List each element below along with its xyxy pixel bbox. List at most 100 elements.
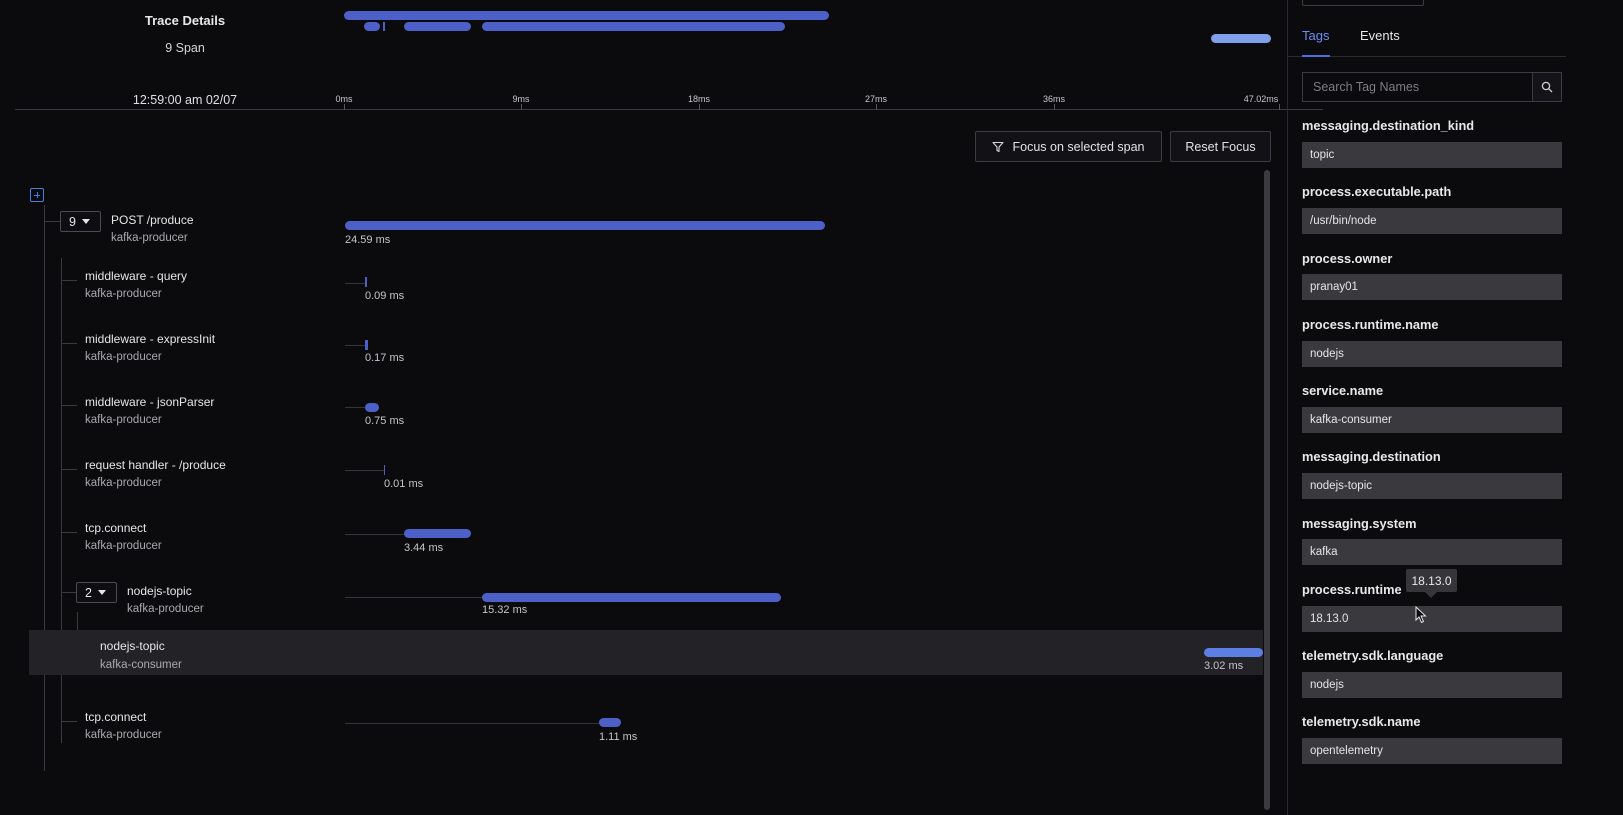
tag-search-input[interactable] bbox=[1302, 72, 1533, 102]
tag-value: kafka-consumer bbox=[1302, 407, 1562, 433]
tag-key: telemetry.sdk.name bbox=[1302, 714, 1421, 729]
axis-tick bbox=[521, 104, 522, 110]
child-count: 2 bbox=[85, 585, 92, 600]
tag-key: process.owner bbox=[1302, 251, 1393, 266]
minimap-bar-consumer bbox=[1211, 34, 1271, 43]
tag-key: messaging.destination_kind bbox=[1302, 118, 1475, 133]
span-service: kafka-producer bbox=[85, 288, 162, 300]
tag-key: messaging.system bbox=[1302, 516, 1417, 531]
span-name: tcp.connect bbox=[85, 710, 147, 724]
tag-value: nodejs bbox=[1302, 341, 1562, 367]
span-duration: 15.32 ms bbox=[482, 604, 528, 616]
span-service: kafka-producer bbox=[85, 414, 162, 426]
span-name: nodejs-topic bbox=[100, 639, 165, 653]
child-count: 9 bbox=[69, 214, 76, 229]
tree-connector bbox=[61, 343, 77, 344]
minimap-tick-handler bbox=[383, 22, 385, 31]
span-bar bbox=[365, 403, 379, 412]
axis-tick-label: 18ms bbox=[687, 94, 711, 104]
timeline-scrollbar[interactable] bbox=[1264, 170, 1270, 810]
trace-title: Trace Details bbox=[144, 13, 226, 28]
span-service: kafka-producer bbox=[85, 729, 162, 741]
tag-key: messaging.destination bbox=[1302, 449, 1441, 464]
tag-value: opentelemetry bbox=[1302, 738, 1562, 764]
tag-value: /usr/bin/node bbox=[1302, 208, 1562, 234]
tag-value: pranay01 bbox=[1302, 274, 1562, 300]
span-service: kafka-producer bbox=[85, 477, 162, 489]
span-name: middleware - jsonParser bbox=[85, 395, 215, 409]
panel-top-control[interactable] bbox=[1302, 0, 1424, 6]
trace-timestamp: 12:59:00 am 02/07 bbox=[132, 93, 238, 107]
span-service: kafka-producer bbox=[85, 540, 162, 552]
span-service: kafka-producer bbox=[127, 603, 204, 615]
tag-key: process.runtime.name bbox=[1302, 317, 1439, 332]
span-offset-line bbox=[345, 345, 365, 346]
span-bar bbox=[345, 221, 825, 230]
axis-tick-label: 47.02ms bbox=[1243, 94, 1279, 104]
timeline-axis bbox=[15, 109, 1323, 110]
tag-value: 18.13.0 bbox=[1302, 606, 1562, 632]
focus-selected-span-button[interactable]: Focus on selected span bbox=[975, 131, 1162, 162]
reset-focus-button[interactable]: Reset Focus bbox=[1170, 131, 1271, 162]
minimap-bar-tcp bbox=[404, 22, 471, 31]
span-offset-line bbox=[345, 470, 384, 471]
collapse-toggle[interactable]: 9 bbox=[60, 211, 101, 232]
expand-all-icon[interactable] bbox=[30, 188, 44, 202]
span-duration: 0.75 ms bbox=[365, 415, 405, 427]
span-name: nodejs-topic bbox=[127, 584, 192, 598]
span-offset-line bbox=[345, 723, 600, 724]
tag-key: telemetry.sdk.language bbox=[1302, 648, 1444, 663]
tag-value: nodejs bbox=[1302, 672, 1562, 698]
caret-down-icon bbox=[97, 590, 106, 595]
tab-events[interactable]: Events bbox=[1360, 28, 1400, 43]
axis-tick bbox=[344, 104, 345, 110]
tree-connector bbox=[44, 205, 45, 771]
span-duration: 3.44 ms bbox=[404, 542, 444, 554]
axis-tick bbox=[1054, 104, 1055, 110]
tag-key: process.runtime bbox=[1302, 582, 1402, 597]
tree-connector bbox=[61, 469, 77, 470]
filter-icon bbox=[992, 141, 1005, 152]
search-icon bbox=[1541, 81, 1553, 93]
tab-tags[interactable]: Tags bbox=[1302, 28, 1329, 43]
span-duration: 1.11 ms bbox=[599, 731, 638, 743]
span-service: kafka-producer bbox=[85, 351, 162, 363]
span-name: tcp.connect bbox=[85, 521, 147, 535]
search-button[interactable] bbox=[1532, 72, 1562, 102]
panel-divider bbox=[1287, 0, 1288, 815]
minimap-bar-topic bbox=[482, 22, 785, 31]
tag-key: process.executable.path bbox=[1302, 184, 1452, 199]
collapse-toggle[interactable]: 2 bbox=[76, 582, 117, 603]
span-service: kafka-producer bbox=[111, 232, 188, 244]
span-bar bbox=[482, 593, 781, 602]
span-count: 9 Span bbox=[165, 41, 205, 55]
tree-connector bbox=[61, 532, 77, 533]
span-name: middleware - query bbox=[85, 269, 188, 283]
axis-tick bbox=[699, 104, 700, 110]
axis-tick bbox=[1279, 104, 1280, 110]
axis-tick-label: 9ms bbox=[512, 94, 530, 104]
span-name: POST /produce bbox=[111, 213, 194, 227]
span-bar bbox=[365, 340, 368, 350]
span-bar bbox=[1204, 648, 1263, 657]
tree-connector bbox=[44, 221, 60, 222]
focus-selected-span-label: Focus on selected span bbox=[1012, 139, 1145, 154]
reset-focus-label: Reset Focus bbox=[1185, 139, 1256, 154]
span-bar bbox=[404, 529, 471, 538]
span-duration: 24.59 ms bbox=[345, 234, 391, 246]
active-tab-indicator bbox=[1302, 55, 1330, 57]
axis-tick bbox=[876, 104, 877, 110]
span-bar bbox=[365, 277, 367, 287]
span-name: middleware - expressInit bbox=[85, 332, 216, 346]
span-bar bbox=[599, 718, 621, 727]
selected-span-row[interactable] bbox=[29, 630, 1263, 675]
span-bar bbox=[384, 465, 385, 475]
span-duration: 0.01 ms bbox=[384, 478, 424, 490]
span-offset-line bbox=[345, 597, 483, 598]
span-service: kafka-consumer bbox=[100, 659, 182, 671]
tag-value: kafka bbox=[1302, 539, 1562, 565]
span-offset-line bbox=[345, 534, 405, 535]
tag-value-tooltip: 18.13.0 bbox=[1406, 569, 1457, 598]
tag-value: topic bbox=[1302, 142, 1562, 168]
span-name: request handler - /produce bbox=[85, 458, 226, 472]
